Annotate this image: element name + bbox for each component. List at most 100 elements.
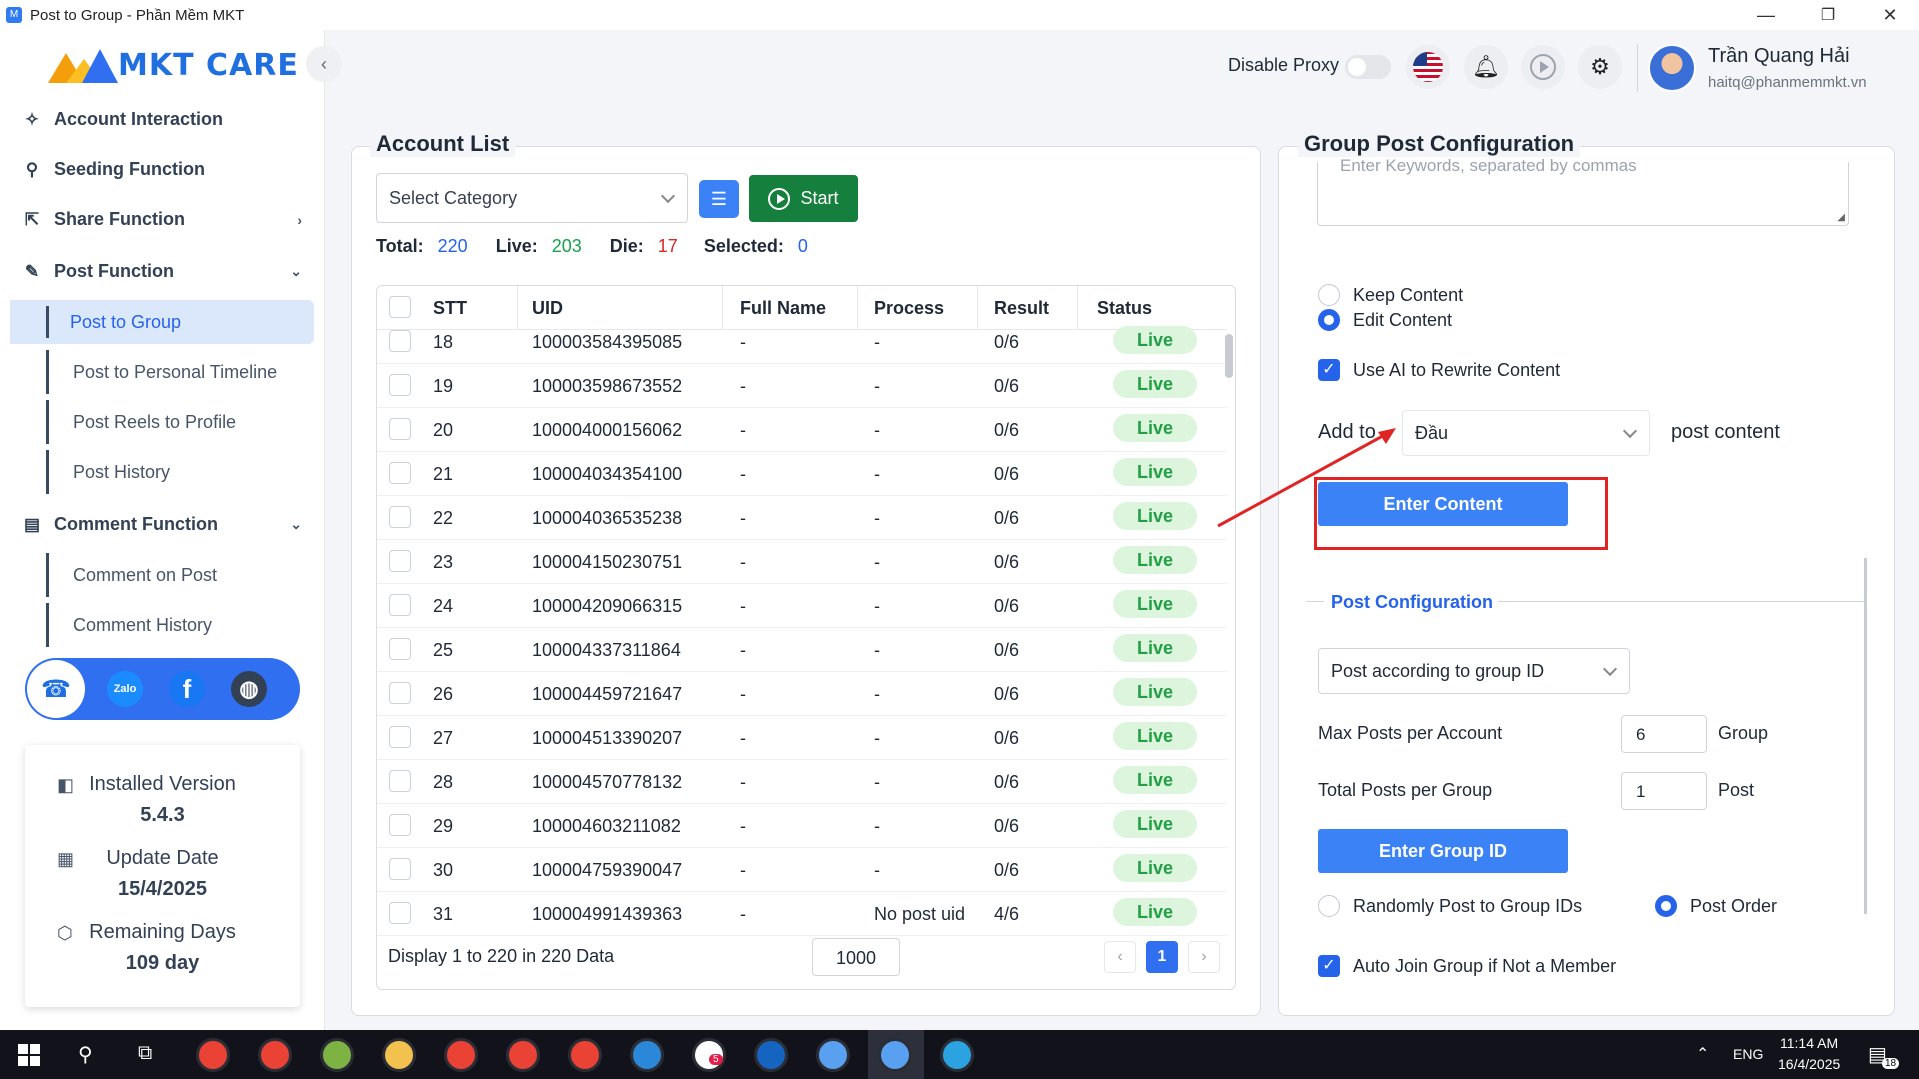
bell-icon[interactable]: 🔔︎ <box>1464 45 1508 89</box>
close-button[interactable]: ✕ <box>1862 0 1918 30</box>
table-row[interactable]: 25 100004337311864 - - 0/6 Live <box>377 628 1227 672</box>
language-indicator[interactable]: ENG <box>1733 1046 1763 1062</box>
nav-comment-on-post[interactable]: Comment on Post <box>46 553 314 597</box>
chrome-icon[interactable] <box>196 1038 230 1072</box>
chrome-icon[interactable] <box>506 1038 540 1072</box>
row-checkbox[interactable] <box>389 814 411 836</box>
table-row[interactable]: 23 100004150230751 - - 0/6 Live <box>377 540 1227 584</box>
row-checkbox[interactable] <box>389 330 411 352</box>
maximize-button[interactable]: ❐ <box>1800 0 1856 30</box>
table-row[interactable]: 31 100004991439363 - No post uid 4/6 Live <box>377 892 1227 936</box>
col-status[interactable]: Status <box>1097 298 1152 319</box>
nav-comment-function[interactable]: ▤ Comment Function ⌄ <box>22 514 302 535</box>
row-checkbox[interactable] <box>389 550 411 572</box>
remote-icon[interactable] <box>630 1038 664 1072</box>
play-video-icon[interactable] <box>1521 45 1565 89</box>
nav-share-function[interactable]: ⇱ Share Function › <box>22 209 302 230</box>
keywords-textarea[interactable]: Enter Keywords, separated by commas ◢ <box>1317 156 1849 226</box>
table-row[interactable]: 24 100004209066315 - - 0/6 Live <box>377 584 1227 628</box>
use-ai-checkbox[interactable]: ✓ <box>1318 359 1340 381</box>
gear-icon[interactable]: ⚙ <box>1578 45 1622 89</box>
post-mode-select[interactable]: Post according to group ID <box>1318 648 1630 694</box>
col-full-name[interactable]: Full Name <box>740 298 826 319</box>
clock-time[interactable]: 11:14 AM <box>1780 1035 1838 1051</box>
chevron-up-icon[interactable]: ⌃ <box>1696 1044 1709 1064</box>
globe-icon[interactable]: ◍ <box>231 671 267 707</box>
max-posts-input[interactable]: 6 <box>1621 715 1707 753</box>
table-scrollbar[interactable] <box>1225 334 1233 378</box>
avatar[interactable] <box>1648 44 1696 92</box>
nav-post-reels-to-profile[interactable]: Post Reels to Profile <box>46 400 314 444</box>
table-row[interactable]: 21 100004034354100 - - 0/6 Live <box>377 452 1227 496</box>
minimize-button[interactable]: — <box>1738 0 1794 30</box>
start-button[interactable]: Start <box>749 175 858 222</box>
table-row[interactable]: 28 100004570778132 - - 0/6 Live <box>377 760 1227 804</box>
support-chat-icon[interactable]: ☎ <box>27 660 85 718</box>
clock-date[interactable]: 16/4/2025 <box>1778 1056 1840 1072</box>
row-checkbox[interactable] <box>389 682 411 704</box>
prev-page-button[interactable]: ‹ <box>1104 941 1136 973</box>
task-view-icon[interactable]: ⧉ <box>138 1042 152 1065</box>
mkt-care-icon[interactable] <box>878 1038 912 1072</box>
collapse-sidebar-button[interactable]: ‹ <box>306 46 342 82</box>
resize-handle-icon[interactable]: ◢ <box>1837 212 1845 223</box>
table-row[interactable]: 19 100003598673552 - - 0/6 Live <box>377 364 1227 408</box>
row-checkbox[interactable] <box>389 770 411 792</box>
nav-comment-history[interactable]: Comment History <box>46 603 314 647</box>
col-result[interactable]: Result <box>994 298 1049 319</box>
table-row[interactable]: 27 100004513390207 - - 0/6 Live <box>377 716 1227 760</box>
post-order-radio[interactable] <box>1655 895 1677 917</box>
row-checkbox[interactable] <box>389 506 411 528</box>
nav-account-interaction[interactable]: ✧ Account Interaction <box>22 109 302 130</box>
proxy-toggle[interactable] <box>1345 55 1391 79</box>
next-page-button[interactable]: › <box>1188 941 1220 973</box>
table-row[interactable]: 26 100004459721647 - - 0/6 Live <box>377 672 1227 716</box>
table-row[interactable]: 18 100003584395085 - - 0/6 Live <box>377 320 1227 364</box>
random-post-radio[interactable] <box>1318 895 1340 917</box>
row-checkbox[interactable] <box>389 594 411 616</box>
col-process[interactable]: Process <box>874 298 944 319</box>
nav-post-history[interactable]: Post History <box>46 450 314 494</box>
row-checkbox[interactable] <box>389 374 411 396</box>
add-to-select[interactable]: Đầu <box>1402 410 1650 456</box>
language-flag-button[interactable] <box>1406 45 1450 89</box>
search-icon[interactable]: ⚲ <box>78 1042 93 1067</box>
chrome-icon[interactable] <box>258 1038 292 1072</box>
mkt-icon[interactable] <box>816 1038 850 1072</box>
ccleaner-icon[interactable] <box>320 1038 354 1072</box>
table-row[interactable]: 20 100004000156062 - - 0/6 Live <box>377 408 1227 452</box>
edit-content-radio[interactable] <box>1318 309 1340 331</box>
page-size-input[interactable]: 1000 <box>812 938 900 976</box>
telegram-icon[interactable] <box>940 1038 974 1072</box>
nav-post-to-personal-timeline[interactable]: Post to Personal Timeline <box>46 350 314 394</box>
row-checkbox[interactable] <box>389 462 411 484</box>
category-select[interactable]: Select Category <box>376 173 688 223</box>
select-all-checkbox[interactable] <box>389 296 411 318</box>
nav-post-function[interactable]: ✎ Post Function ⌄ <box>22 261 302 282</box>
table-row[interactable]: 29 100004603211082 - - 0/6 Live <box>377 804 1227 848</box>
table-row[interactable]: 30 100004759390047 - - 0/6 Live <box>377 848 1227 892</box>
page-button[interactable]: 1 <box>1146 941 1178 973</box>
keep-content-radio[interactable] <box>1318 284 1340 306</box>
nav-seeding-function[interactable]: ⚲ Seeding Function <box>22 159 302 180</box>
config-scrollbar[interactable] <box>1864 558 1867 914</box>
row-checkbox[interactable] <box>389 858 411 880</box>
total-posts-input[interactable]: 1 <box>1621 772 1707 810</box>
zalo-icon[interactable]: Zalo <box>107 671 143 707</box>
nav-post-to-group[interactable]: Post to Group <box>10 300 314 344</box>
enter-group-id-button[interactable]: Enter Group ID <box>1318 829 1568 873</box>
app-icon[interactable] <box>754 1038 788 1072</box>
col-stt[interactable]: STT <box>433 298 467 319</box>
row-checkbox[interactable] <box>389 638 411 660</box>
chrome-icon[interactable] <box>568 1038 602 1072</box>
row-checkbox[interactable] <box>389 418 411 440</box>
facebook-icon[interactable]: f <box>169 671 205 707</box>
chrome-icon[interactable] <box>444 1038 478 1072</box>
filter-button[interactable]: ☰ <box>699 180 739 218</box>
table-row[interactable]: 22 100004036535238 - - 0/6 Live <box>377 496 1227 540</box>
auto-join-checkbox[interactable]: ✓ <box>1318 955 1340 977</box>
windows-start-icon[interactable] <box>18 1044 40 1066</box>
row-checkbox[interactable] <box>389 902 411 924</box>
row-checkbox[interactable] <box>389 726 411 748</box>
col-uid[interactable]: UID <box>532 298 563 319</box>
